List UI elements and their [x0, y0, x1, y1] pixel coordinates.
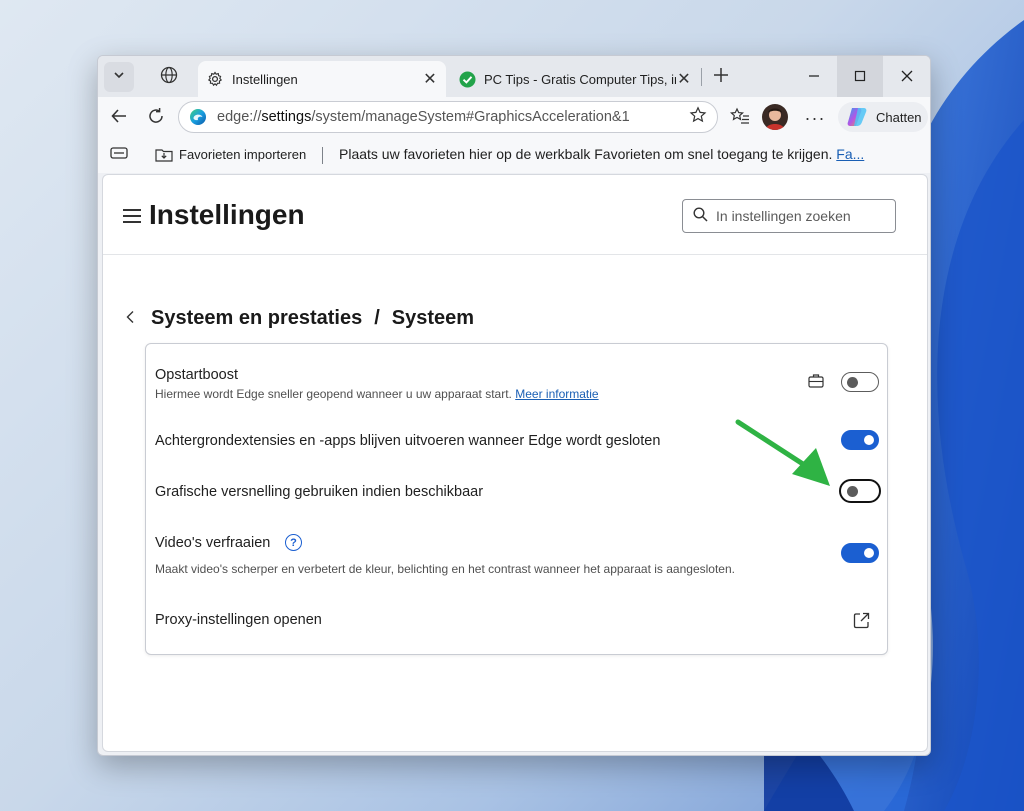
setting-title: Grafische versnelling gebruiken indien b…: [155, 484, 484, 500]
setting-title: Achtergrondextensies en -apps blijven ui…: [155, 433, 661, 449]
favorites-bar-menu-button[interactable]: [110, 146, 128, 163]
star-icon[interactable]: [689, 106, 707, 128]
favorites-hint: Plaats uw favorieten hier op de werkbalk…: [339, 146, 864, 162]
setting-row-startup-boost: Opstartboost Hiermee wordt Edge sneller …: [146, 344, 887, 408]
graphics-acceleration-toggle[interactable]: [839, 479, 881, 503]
copilot-label: Chatten: [876, 109, 922, 125]
briefcase-policy-icon: [808, 373, 824, 393]
refresh-icon: [147, 107, 165, 130]
address-bar[interactable]: edge://settings/system/manageSystem#Grap…: [178, 101, 718, 133]
favorites-hint-text: Plaats uw favorieten hier op de werkbalk…: [339, 146, 833, 162]
external-link-icon[interactable]: [853, 612, 870, 634]
chevron-down-icon: [112, 68, 126, 87]
minimize-button[interactable]: [791, 56, 837, 97]
favorites-bar: Favorieten importeren Plaats uw favoriet…: [98, 137, 930, 173]
close-window-button[interactable]: [884, 56, 930, 97]
breadcrumb-current: Systeem: [391, 307, 475, 329]
search-input[interactable]: [716, 208, 886, 224]
workspaces-button[interactable]: [154, 62, 184, 92]
copilot-chat-button[interactable]: Chatten: [838, 102, 928, 132]
startup-boost-toggle[interactable]: [841, 372, 879, 392]
menu-icon[interactable]: [123, 209, 141, 223]
back-button[interactable]: [104, 103, 134, 133]
close-tab-icon[interactable]: ✕: [676, 69, 692, 89]
more-dots-icon: ···: [804, 107, 826, 128]
tab-title: PC Tips - Gratis Computer Tips, inf: [484, 71, 676, 87]
new-tab-button[interactable]: [706, 62, 736, 92]
help-question-icon[interactable]: ?: [285, 534, 302, 551]
tab-instellingen[interactable]: Instellingen ✕: [198, 61, 446, 97]
edge-logo-icon: [189, 108, 207, 126]
setting-description-text: Hiermee wordt Edge sneller geopend wanne…: [155, 387, 512, 401]
favorites-star-list-icon: [729, 107, 750, 130]
bookmark-bar-icon: [110, 146, 128, 163]
setting-row-enhance-videos: Video's verfraaien ? Maakt video's scher…: [146, 524, 887, 588]
annotation-arrow-icon: [735, 419, 830, 486]
check-circle-icon: [458, 70, 476, 88]
breadcrumb-back-chevron-icon[interactable]: [125, 308, 135, 329]
breadcrumb-parent[interactable]: Systeem en prestaties: [151, 307, 362, 330]
settings-header: Instellingen: [103, 175, 927, 255]
globe-icon: [160, 66, 178, 89]
tab-actions-button[interactable]: [104, 62, 134, 92]
copilot-icon: [846, 107, 868, 127]
page-title: Instellingen: [149, 199, 305, 230]
toolbar: edge://settings/system/manageSystem#Grap…: [98, 97, 930, 137]
settings-search[interactable]: [682, 199, 896, 233]
tab-pc-tips[interactable]: PC Tips - Gratis Computer Tips, inf ✕: [450, 61, 700, 97]
arrow-left-icon: [110, 107, 128, 130]
url-text: edge://settings/system/manageSystem#Grap…: [217, 109, 689, 125]
minimize-icon: [808, 69, 820, 85]
url-host: settings: [261, 109, 312, 125]
setting-title: Proxy-instellingen openen: [155, 612, 322, 628]
setting-title: Video's verfraaien: [155, 535, 271, 551]
import-favorites-button[interactable]: Favorieten importeren: [155, 146, 306, 162]
search-icon: [693, 207, 708, 225]
favorites-divider: [322, 147, 323, 164]
gear-icon: [206, 70, 224, 88]
maximize-icon: [854, 69, 866, 85]
browser-window: Instellingen ✕ PC Tips - Gratis Computer…: [97, 55, 931, 756]
learn-more-link[interactable]: Meer informatie: [515, 387, 598, 401]
tab-title: Instellingen: [232, 71, 298, 87]
background-extensions-toggle[interactable]: [841, 430, 879, 450]
breadcrumb-separator: /: [374, 307, 380, 329]
favorites-button[interactable]: [725, 103, 755, 133]
close-tab-icon[interactable]: ✕: [422, 69, 438, 89]
favorites-hint-link[interactable]: Fa...: [836, 146, 864, 162]
setting-description: Maakt video's scherper en verbetert de k…: [155, 562, 735, 576]
profile-avatar[interactable]: [762, 104, 788, 130]
setting-title: Opstartboost: [155, 367, 239, 383]
maximize-button[interactable]: [837, 56, 883, 97]
more-options-button[interactable]: ···: [800, 103, 830, 133]
enhance-videos-toggle[interactable]: [841, 543, 879, 563]
url-scheme: edge://: [217, 109, 262, 125]
breadcrumb: Systeem en prestaties / Systeem: [125, 307, 474, 330]
setting-description: Hiermee wordt Edge sneller geopend wanne…: [155, 387, 599, 401]
plus-icon: [713, 67, 729, 88]
url-path: /system/manageSystem#GraphicsAcceleratio…: [311, 109, 630, 125]
close-icon: [901, 69, 913, 85]
system-settings-card: Opstartboost Hiermee wordt Edge sneller …: [145, 343, 888, 655]
import-folder-icon: [155, 146, 173, 162]
import-favorites-label: Favorieten importeren: [179, 146, 307, 162]
title-bar: Instellingen ✕ PC Tips - Gratis Computer…: [98, 56, 930, 97]
refresh-button[interactable]: [141, 103, 171, 133]
tab-divider: [701, 68, 702, 86]
setting-row-proxy-settings[interactable]: Proxy-instellingen openen: [146, 600, 887, 640]
